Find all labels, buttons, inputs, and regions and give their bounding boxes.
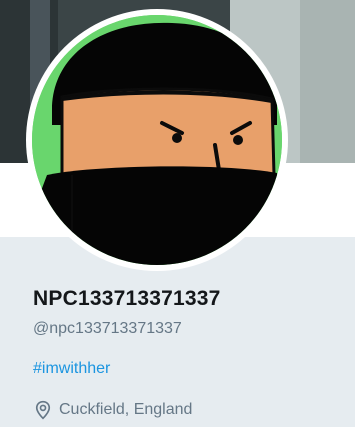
display-name[interactable]: NPC133713371337	[33, 287, 221, 311]
bio-hashtag-link[interactable]: #imwithher	[33, 360, 110, 378]
location-text: Cuckfield, England	[59, 401, 193, 418]
map-pin-icon	[35, 400, 51, 420]
ninja-avatar-image	[32, 15, 282, 265]
banner-shade-right2	[300, 0, 355, 163]
avatar[interactable]	[32, 15, 282, 265]
username-handle[interactable]: @npc133713371337	[33, 320, 182, 338]
location-row: Cuckfield, England	[33, 400, 192, 420]
